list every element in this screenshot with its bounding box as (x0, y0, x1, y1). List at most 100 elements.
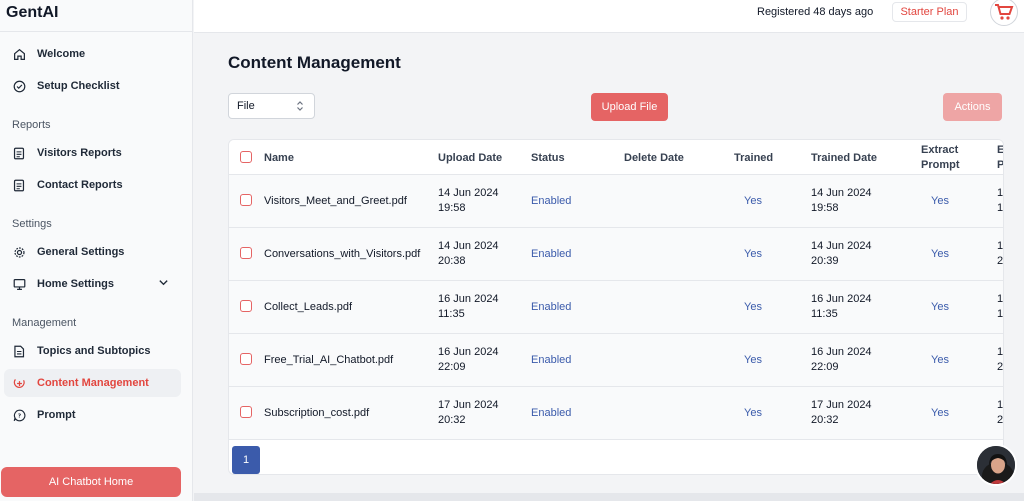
status-value[interactable]: Enabled (531, 300, 571, 315)
actions-button[interactable]: Actions (943, 93, 1002, 121)
upload-time: 19:58 (438, 202, 466, 214)
sidebar-item-prompt[interactable]: ? Prompt (4, 401, 181, 429)
extract-prompt-value[interactable]: Yes (931, 353, 949, 368)
sidebar-item-label: Welcome (37, 48, 86, 60)
trained-time: 11:35 (811, 308, 838, 320)
sidebar-item-label: Visitors Reports (37, 147, 122, 159)
header-name[interactable]: Name (264, 152, 294, 164)
sidebar-item-visitors-reports[interactable]: Visitors Reports (4, 139, 181, 167)
file-type-select[interactable]: File (228, 93, 315, 119)
file-name: Collect_Leads.pdf (264, 301, 353, 313)
sidebar-item-content-management[interactable]: Content Management (4, 369, 181, 397)
gear-icon (12, 245, 26, 259)
file-name: Conversations_with_Visitors.pdf (264, 248, 421, 260)
trained-value: Yes (744, 248, 762, 260)
trained-time: 20:39 (811, 255, 839, 267)
upload-date: 16 Jun 2024 (438, 346, 499, 358)
header-delete-date[interactable]: Delete Date (624, 152, 684, 164)
status-value[interactable]: Enabled (531, 194, 571, 209)
sidebar-item-home-settings[interactable]: Home Settings (4, 270, 181, 298)
status-value[interactable]: Enabled (531, 406, 571, 421)
header-trained-date[interactable]: Trained Date (811, 152, 877, 164)
content-table: Name Upload Date Status Delete Date Trai… (228, 139, 1004, 475)
sidebar-item-general-settings[interactable]: General Settings (4, 238, 181, 266)
upload-time: 20:38 (438, 255, 466, 267)
table-row[interactable]: Conversations_with_Visitors.pdf 14 Jun 2… (229, 228, 1004, 281)
extract-prompt-value[interactable]: Yes (931, 247, 949, 262)
status-value[interactable]: Enabled (531, 247, 571, 262)
divider (0, 31, 193, 32)
file-name: Free_Trial_AI_Chatbot.pdf (264, 354, 394, 366)
sidebar-item-label: General Settings (37, 246, 125, 258)
row-checkbox[interactable] (240, 353, 252, 365)
pagination-page-1[interactable]: 1 (232, 446, 260, 474)
header-extract-prompt-line2[interactable]: Prompt (921, 159, 960, 171)
trained-time: 19:58 (811, 202, 839, 214)
chat-avatar-icon[interactable] (975, 444, 1017, 486)
check-circle-icon (12, 79, 26, 93)
row-checkbox[interactable] (240, 300, 252, 312)
app-logo: GentAI (6, 4, 59, 21)
table-row[interactable]: Visitors_Meet_and_Greet.pdf 14 Jun 2024 … (229, 175, 1004, 228)
content-icon (12, 376, 26, 390)
table-header: Name Upload Date Status Delete Date Trai… (229, 140, 1004, 175)
upload-date: 16 Jun 2024 (438, 293, 499, 305)
status-value[interactable]: Enabled (531, 353, 571, 368)
sidebar-item-topics-and-subtopics[interactable]: Topics and Subtopics (4, 337, 181, 365)
cutoff-value-2: 2 (997, 361, 1004, 373)
trained-date: 17 Jun 2024 (811, 399, 872, 411)
row-checkbox[interactable] (240, 194, 252, 206)
header-upload-date[interactable]: Upload Date (438, 152, 502, 164)
cutoff-value-2: 1 (997, 202, 1004, 214)
cutoff-value-1: 1 (997, 346, 1004, 358)
extract-prompt-value[interactable]: Yes (931, 194, 949, 209)
upload-time: 20:32 (438, 414, 466, 426)
file-name: Visitors_Meet_and_Greet.pdf (264, 195, 407, 207)
header-trained[interactable]: Trained (734, 152, 773, 164)
header-status[interactable]: Status (531, 152, 565, 164)
section-label-settings: Settings (12, 218, 52, 230)
main-content: Content Management File Upload File Acti… (194, 34, 1024, 493)
select-all-checkbox[interactable] (240, 151, 252, 163)
chevron-down-icon[interactable] (158, 277, 169, 291)
cart-icon[interactable] (990, 0, 1018, 26)
table-row[interactable]: Collect_Leads.pdf 16 Jun 2024 11:35 Enab… (229, 281, 1004, 334)
table-row[interactable]: Subscription_cost.pdf 17 Jun 2024 20:32 … (229, 387, 1004, 440)
trained-date: 16 Jun 2024 (811, 293, 872, 305)
report-icon (12, 178, 26, 192)
trained-date: 14 Jun 2024 (811, 240, 872, 252)
cutoff-value-1: 1 (997, 293, 1004, 305)
cutoff-value-2: 2 (997, 255, 1004, 267)
sidebar-item-welcome[interactable]: Welcome (4, 40, 181, 68)
section-label-reports: Reports (12, 119, 51, 131)
section-label-management: Management (12, 317, 77, 329)
sidebar-item-contact-reports[interactable]: Contact Reports (4, 171, 181, 199)
cutoff-value-2: 1 (997, 308, 1004, 320)
upload-file-button[interactable]: Upload File (591, 93, 668, 121)
row-checkbox[interactable] (240, 247, 252, 259)
cutoff-value-2: 2 (997, 414, 1004, 426)
extract-prompt-value[interactable]: Yes (931, 300, 949, 315)
header-extract-prompt-line1[interactable]: Extract (921, 144, 958, 156)
trained-date: 14 Jun 2024 (811, 187, 872, 199)
sidebar-item-setup-checklist[interactable]: Setup Checklist (4, 72, 181, 100)
table-row[interactable]: Free_Trial_AI_Chatbot.pdf 16 Jun 2024 22… (229, 334, 1004, 387)
upload-date: 14 Jun 2024 (438, 240, 499, 252)
trained-time: 20:32 (811, 414, 839, 426)
header-cutoff-line1: E (997, 144, 1004, 156)
starter-plan-button[interactable]: Starter Plan (892, 2, 967, 22)
row-checkbox[interactable] (240, 406, 252, 418)
upload-time: 11:35 (438, 308, 465, 320)
header-cutoff-line2: P (997, 159, 1004, 171)
extract-prompt-value[interactable]: Yes (931, 406, 949, 421)
sidebar-item-label: Contact Reports (37, 179, 123, 191)
document-icon (12, 344, 26, 358)
cutoff-value-1: 1 (997, 399, 1004, 411)
file-name: Subscription_cost.pdf (264, 407, 370, 419)
upload-date: 14 Jun 2024 (438, 187, 499, 199)
trained-time: 22:09 (811, 361, 839, 373)
sidebar-item-label: Content Management (37, 377, 149, 389)
ai-chatbot-home-button[interactable]: AI Chatbot Home (1, 467, 181, 497)
top-bar: Registered 48 days ago Starter Plan (194, 0, 1024, 33)
registered-text: Registered 48 days ago (757, 6, 874, 18)
